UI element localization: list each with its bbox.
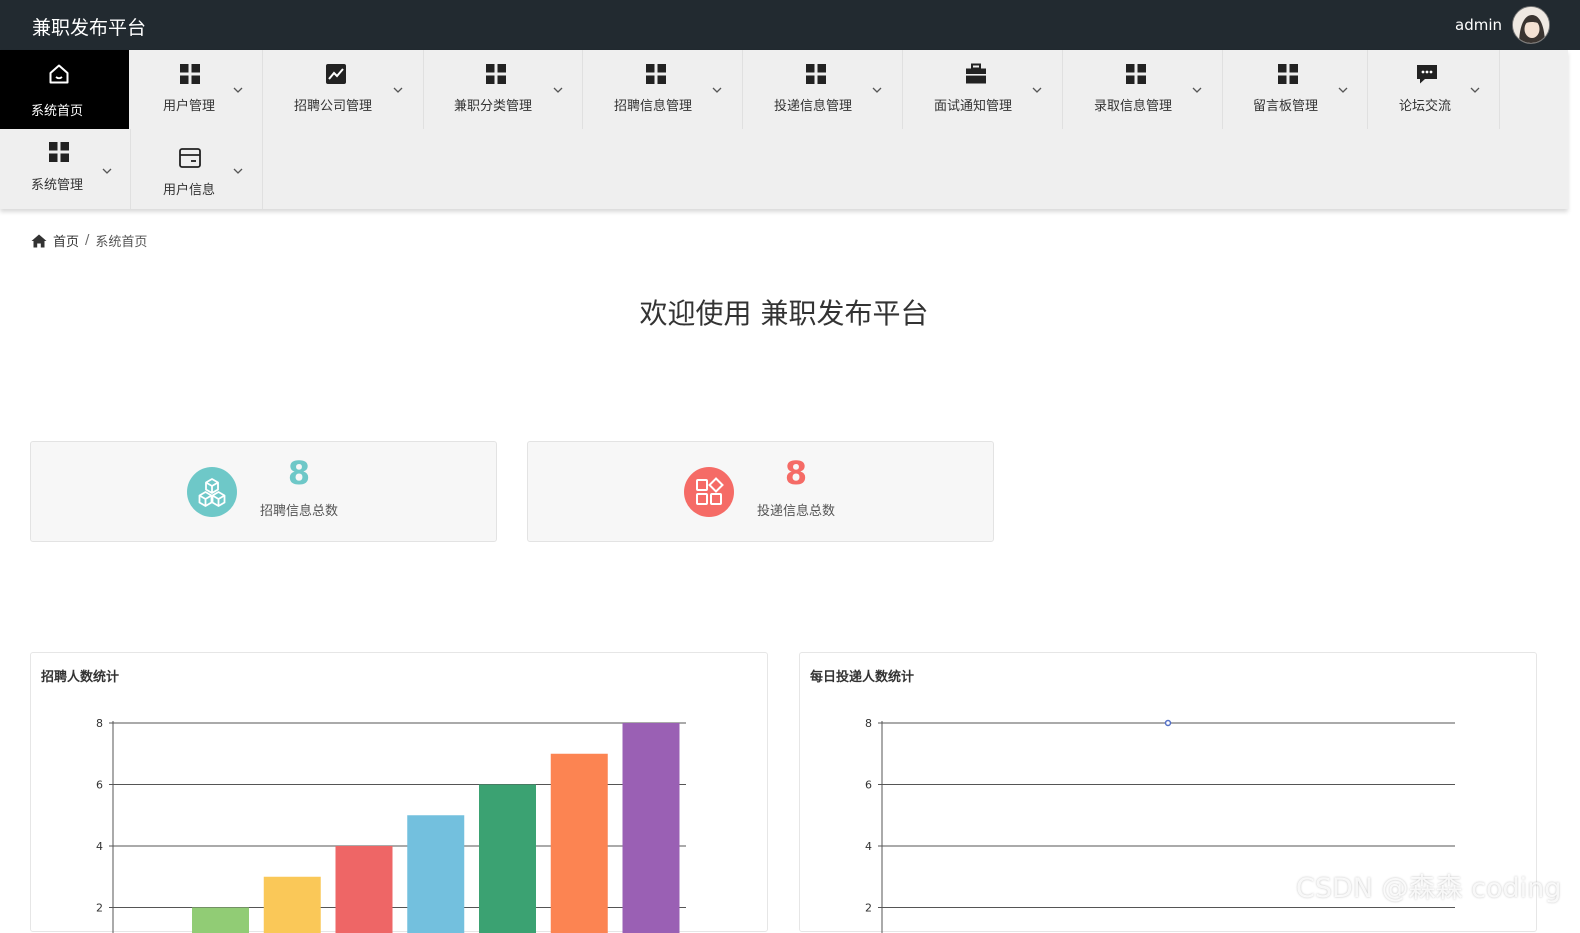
grid-icon: [644, 62, 668, 86]
nav-label: 论坛交流: [1399, 95, 1451, 114]
chart-panel-recruitment: 招聘人数统计 2468: [30, 652, 768, 932]
stat-label: 招聘信息总数: [239, 500, 359, 519]
grid-icon: [178, 62, 202, 86]
nav-item-user-management[interactable]: 用户管理: [129, 50, 263, 129]
nav-label: 兼职分类管理: [454, 95, 532, 114]
nav-item-company-management[interactable]: 招聘公司管理: [263, 50, 424, 129]
stat-value: 8: [751, 454, 841, 492]
bar: [623, 723, 680, 933]
y-tick-label: 4: [96, 840, 103, 853]
trend-chart-icon: [324, 62, 348, 86]
nav-item-message-board[interactable]: 留言板管理: [1223, 50, 1368, 129]
breadcrumb: 首页 / 系统首页: [31, 231, 147, 250]
y-tick-label: 4: [865, 840, 872, 853]
cubes-icon: [187, 467, 237, 517]
breadcrumb-separator: /: [85, 233, 89, 248]
grid-icon: [1124, 62, 1148, 86]
bar: [336, 846, 393, 933]
chevron-down-icon: [1031, 84, 1043, 96]
chevron-down-icon: [232, 84, 244, 96]
stat-card-application: 8 投递信息总数: [527, 441, 994, 542]
watermark: CSDN @森森 coding: [1296, 866, 1561, 905]
y-tick-label: 6: [865, 779, 872, 792]
chevron-down-icon: [1469, 84, 1481, 96]
apps-icon: [684, 467, 734, 517]
user-menu[interactable]: admin: [1455, 6, 1550, 44]
stat-value: 8: [254, 454, 344, 492]
main-nav: 系统首页 用户管理 招聘公司管理 兼职分类管理 招聘信息管理 投递信息管理 面试…: [0, 50, 1568, 209]
avatar[interactable]: [1512, 6, 1550, 44]
nav-item-interview-management[interactable]: 面试通知管理: [903, 50, 1063, 129]
nav-label: 录取信息管理: [1094, 95, 1172, 114]
bar: [407, 815, 464, 933]
nav-item-application-management[interactable]: 投递信息管理: [743, 50, 903, 129]
nav-label: 招聘公司管理: [294, 95, 372, 114]
bar-chart: 2 4 6 8: [31, 653, 769, 933]
bar: [192, 908, 249, 933]
stat-label: 投递信息总数: [736, 500, 856, 519]
chevron-down-icon: [1337, 84, 1349, 96]
grid-icon: [47, 140, 71, 164]
nav-item-user-info[interactable]: 用户信息: [131, 129, 263, 209]
breadcrumb-home-link[interactable]: 首页: [53, 231, 79, 250]
nav-label: 招聘信息管理: [614, 95, 692, 114]
username[interactable]: admin: [1455, 16, 1502, 34]
nav-label: 面试通知管理: [934, 95, 1012, 114]
y-tick-label: 8: [865, 717, 872, 730]
bar: [479, 785, 536, 933]
chat-icon: [1415, 62, 1439, 86]
y-tick-label: 2: [865, 902, 872, 915]
grid-icon: [484, 62, 508, 86]
home-icon: [31, 234, 47, 248]
chevron-down-icon: [392, 84, 404, 96]
y-tick-label: 2: [96, 902, 103, 915]
grid-icon: [1276, 62, 1300, 86]
chevron-down-icon: [552, 84, 564, 96]
y-tick-label: 6: [96, 779, 103, 792]
nav-label: 用户管理: [163, 95, 215, 114]
briefcase-icon: [964, 62, 988, 86]
nav-item-forum[interactable]: 论坛交流: [1368, 50, 1500, 129]
chevron-down-icon: [1191, 84, 1203, 96]
nav-item-home[interactable]: 系统首页: [0, 50, 129, 129]
nav-item-admission-management[interactable]: 录取信息管理: [1063, 50, 1223, 129]
nav-item-system-management[interactable]: 系统管理: [0, 129, 131, 209]
nav-label: 投递信息管理: [774, 95, 852, 114]
chevron-down-icon: [871, 84, 883, 96]
nav-label: 留言板管理: [1253, 95, 1318, 114]
nav-label: 系统管理: [31, 174, 83, 193]
y-tick-label: 8: [96, 717, 103, 730]
grid-icon: [804, 62, 828, 86]
chevron-down-icon: [101, 165, 113, 177]
brand-title: 兼职发布平台: [32, 13, 146, 40]
nav-item-recruitment-management[interactable]: 招聘信息管理: [583, 50, 743, 129]
chevron-down-icon: [711, 84, 723, 96]
nav-item-category-management[interactable]: 兼职分类管理: [424, 50, 583, 129]
chevron-down-icon: [232, 165, 244, 177]
nav-label: 系统首页: [31, 100, 83, 119]
bar: [264, 877, 321, 933]
top-bar: 兼职发布平台 admin: [0, 0, 1580, 50]
bar: [551, 754, 608, 933]
welcome-title: 欢迎使用 兼职发布平台: [0, 292, 1568, 332]
stat-icon-circle: [187, 467, 237, 517]
home-icon: [47, 62, 71, 86]
stat-icon-circle: [684, 467, 734, 517]
stat-card-recruitment: 8 招聘信息总数: [30, 441, 497, 542]
breadcrumb-current: 系统首页: [95, 231, 147, 250]
nav-label: 用户信息: [163, 179, 215, 198]
card-icon: [178, 146, 202, 170]
line-point: [1166, 721, 1171, 726]
